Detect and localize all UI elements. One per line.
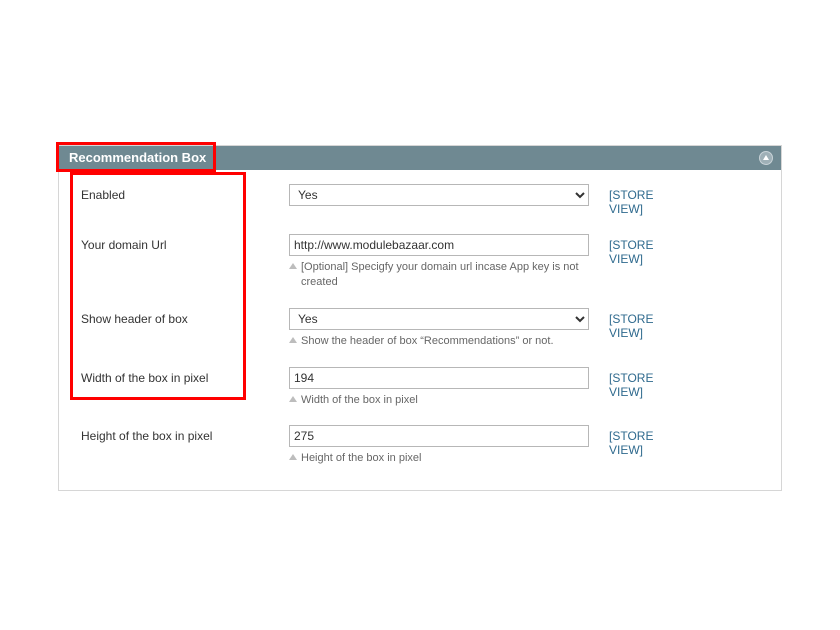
- field-row-domain: Your domain Url [Optional] Specigfy your…: [81, 234, 759, 290]
- field-hint: Height of the box in pixel: [289, 451, 589, 466]
- field-hint: Show the header of box “Recommendations”…: [289, 334, 589, 349]
- hint-arrow-icon: [289, 396, 297, 402]
- field-label: Show header of box: [81, 308, 289, 326]
- hint-text: Width of the box in pixel: [301, 394, 418, 406]
- field-label: Width of the box in pixel: [81, 367, 289, 385]
- scope-link[interactable]: [STORE VIEW]: [609, 429, 679, 457]
- hint-text: [Optional] Specigfy your domain url inca…: [301, 261, 579, 288]
- scope-link[interactable]: [STORE VIEW]: [609, 371, 679, 399]
- hint-arrow-icon: [289, 263, 297, 269]
- field-label: Enabled: [81, 184, 289, 202]
- hint-text: Show the header of box “Recommendations”…: [301, 335, 554, 347]
- hint-arrow-icon: [289, 454, 297, 460]
- section-body: Enabled Yes [STORE VIEW] Your domain Url…: [59, 170, 781, 490]
- scope-link[interactable]: [STORE VIEW]: [609, 188, 679, 216]
- width-input[interactable]: [289, 367, 589, 389]
- field-row-enabled: Enabled Yes [STORE VIEW]: [81, 184, 759, 216]
- collapse-toggle-icon[interactable]: [759, 151, 773, 165]
- field-label: Your domain Url: [81, 234, 289, 252]
- section-title: Recommendation Box: [69, 150, 206, 165]
- scope-link[interactable]: [STORE VIEW]: [609, 312, 679, 340]
- height-input[interactable]: [289, 425, 589, 447]
- field-hint: Width of the box in pixel: [289, 393, 589, 408]
- section-header[interactable]: Recommendation Box: [59, 146, 781, 170]
- field-hint: [Optional] Specigfy your domain url inca…: [289, 260, 589, 290]
- field-row-width: Width of the box in pixel Width of the b…: [81, 367, 759, 408]
- hint-arrow-icon: [289, 337, 297, 343]
- field-label: Height of the box in pixel: [81, 425, 289, 443]
- show-header-select[interactable]: Yes: [289, 308, 589, 330]
- enabled-select[interactable]: Yes: [289, 184, 589, 206]
- config-section-panel: Recommendation Box Enabled Yes [STORE VI…: [58, 145, 782, 491]
- field-row-show-header: Show header of box Yes Show the header o…: [81, 308, 759, 349]
- scope-link[interactable]: [STORE VIEW]: [609, 238, 679, 266]
- hint-text: Height of the box in pixel: [301, 452, 421, 464]
- field-row-height: Height of the box in pixel Height of the…: [81, 425, 759, 466]
- domain-url-input[interactable]: [289, 234, 589, 256]
